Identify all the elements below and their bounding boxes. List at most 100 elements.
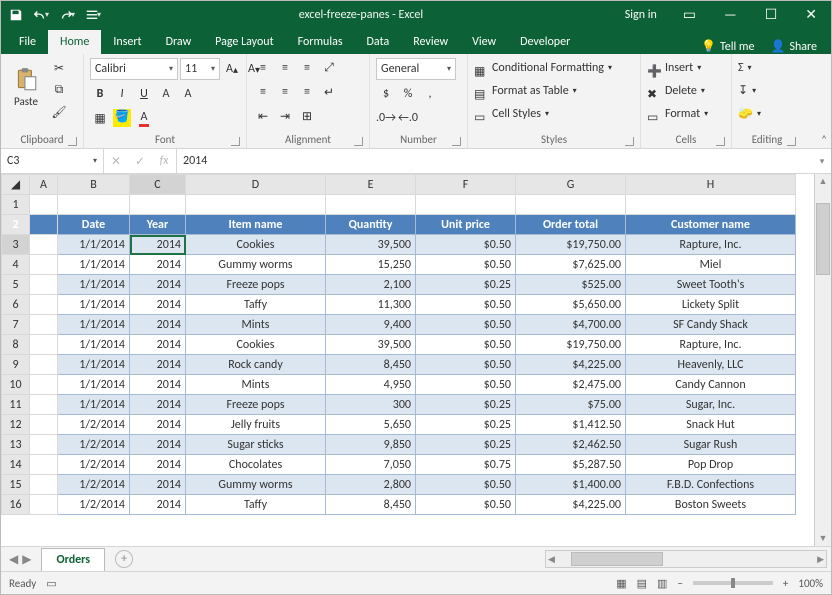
table-header-cell[interactable]: Quantity [326, 215, 416, 235]
cell[interactable]: 9,850 [326, 435, 416, 455]
cell[interactable]: $0.50 [416, 295, 516, 315]
cell[interactable]: 1/2/2014 [58, 415, 130, 435]
fx-icon[interactable]: fx [152, 154, 176, 168]
cell[interactable]: Cookies [186, 235, 326, 255]
cell[interactable]: Rock candy [186, 355, 326, 375]
cell[interactable]: 39,500 [326, 235, 416, 255]
table-header-cell[interactable]: Year [130, 215, 186, 235]
cell[interactable] [30, 415, 58, 435]
cell[interactable]: 2014 [130, 415, 186, 435]
cell[interactable]: 1/2/2014 [58, 495, 130, 515]
cell[interactable]: $0.50 [416, 495, 516, 515]
cell[interactable]: 1/1/2014 [58, 375, 130, 395]
increase-indent-icon[interactable]: ⇥ [275, 106, 295, 126]
increase-font-icon[interactable]: A▴ [222, 59, 242, 79]
cell[interactable]: Gummy worms [186, 475, 326, 495]
font-size-select[interactable]: 11▾ [180, 58, 220, 80]
align-left-icon[interactable]: ≡ [253, 82, 273, 102]
cell[interactable]: 2014 [130, 235, 186, 255]
cell[interactable]: $0.25 [416, 435, 516, 455]
autosum-button[interactable]: Σ▾ [738, 58, 752, 79]
view-page-break-icon[interactable]: ▥ [657, 577, 667, 590]
add-sheet-button[interactable]: + [115, 550, 133, 568]
currency-icon[interactable]: $ [376, 84, 396, 104]
row-header[interactable]: 3 [2, 235, 30, 255]
cell[interactable]: 1/1/2014 [58, 395, 130, 415]
row-header[interactable]: 2 [2, 215, 30, 235]
decrease-decimal-icon[interactable]: ←.0 [398, 108, 418, 128]
cell[interactable] [30, 195, 58, 215]
cell[interactable]: 1/1/2014 [58, 275, 130, 295]
align-center-icon[interactable]: ≡ [275, 82, 295, 102]
view-page-layout-icon[interactable]: ▤ [637, 577, 647, 590]
cell[interactable] [326, 195, 416, 215]
column-header-E[interactable]: E [326, 175, 416, 195]
row-header[interactable]: 10 [2, 375, 30, 395]
cell[interactable]: 4,950 [326, 375, 416, 395]
enter-formula-icon[interactable]: ✓ [128, 154, 152, 169]
cell[interactable]: $0.50 [416, 235, 516, 255]
bold-icon[interactable]: B [90, 84, 110, 104]
cell[interactable]: 2014 [130, 315, 186, 335]
expand-formula-bar-icon[interactable]: ▾ [813, 149, 831, 173]
decrease-indent-icon[interactable]: ⇤ [253, 106, 273, 126]
row-header[interactable]: 5 [2, 275, 30, 295]
border-icon[interactable]: ▦ [90, 108, 110, 128]
font-color-icon[interactable]: A [134, 108, 154, 128]
row-header[interactable]: 12 [2, 415, 30, 435]
formula-input[interactable]: 2014 [177, 149, 813, 173]
zoom-slider[interactable] [693, 581, 773, 585]
cell[interactable] [30, 455, 58, 475]
cell[interactable] [30, 235, 58, 255]
cell[interactable]: Candy Cannon [626, 375, 796, 395]
cell[interactable]: 2014 [130, 455, 186, 475]
cell[interactable]: 7,050 [326, 455, 416, 475]
cell[interactable]: 1/1/2014 [58, 335, 130, 355]
cell[interactable]: Rapture, Inc. [626, 235, 796, 255]
cell[interactable]: Sugar sticks [186, 435, 326, 455]
increase-decimal-icon[interactable]: .0→ [376, 108, 396, 128]
cell[interactable]: Pop Drop [626, 455, 796, 475]
cell[interactable] [30, 335, 58, 355]
name-box[interactable]: C3▾ [1, 149, 104, 173]
tab-developer[interactable]: Developer [508, 30, 582, 54]
column-header-B[interactable]: B [58, 175, 130, 195]
cell[interactable]: Taffy [186, 495, 326, 515]
cell[interactable]: Mints [186, 375, 326, 395]
tab-draw[interactable]: Draw [154, 30, 204, 54]
cell[interactable] [626, 195, 796, 215]
cell[interactable]: $1,400.00 [516, 475, 626, 495]
tab-review[interactable]: Review [401, 30, 460, 54]
cell[interactable]: $0.50 [416, 375, 516, 395]
row-header[interactable]: 9 [2, 355, 30, 375]
percent-icon[interactable]: % [398, 84, 418, 104]
cell[interactable] [58, 195, 130, 215]
zoom-level[interactable]: 100% [798, 577, 823, 590]
cell[interactable]: Rapture, Inc. [626, 335, 796, 355]
cell[interactable]: $4,700.00 [516, 315, 626, 335]
cell[interactable]: 9,400 [326, 315, 416, 335]
tab-page-layout[interactable]: Page Layout [203, 30, 285, 54]
cell[interactable]: Heavenly, LLC [626, 355, 796, 375]
format-cells-button[interactable]: ▭Format▾ [647, 104, 708, 125]
cell[interactable]: $0.25 [416, 395, 516, 415]
cell[interactable]: $0.50 [416, 255, 516, 275]
cell[interactable]: 1/2/2014 [58, 435, 130, 455]
tab-view[interactable]: View [460, 30, 508, 54]
cell[interactable]: 300 [326, 395, 416, 415]
cell[interactable] [30, 475, 58, 495]
cell[interactable] [30, 355, 58, 375]
table-header-cell[interactable]: Order total [516, 215, 626, 235]
align-right-icon[interactable]: ≡ [297, 82, 317, 102]
cell[interactable]: Miel [626, 255, 796, 275]
cell[interactable] [30, 435, 58, 455]
horizontal-scroll-thumb[interactable] [571, 552, 663, 566]
copy-icon[interactable]: ⧉ [49, 80, 69, 100]
table-header-cell[interactable]: Customer name [626, 215, 796, 235]
cell[interactable] [186, 195, 326, 215]
cell[interactable] [30, 295, 58, 315]
column-header-G[interactable]: G [516, 175, 626, 195]
cell[interactable]: Mints [186, 315, 326, 335]
horizontal-scrollbar[interactable]: ◀ ▶ [545, 550, 827, 568]
merge-center-icon[interactable]: ⊞ [297, 106, 317, 126]
